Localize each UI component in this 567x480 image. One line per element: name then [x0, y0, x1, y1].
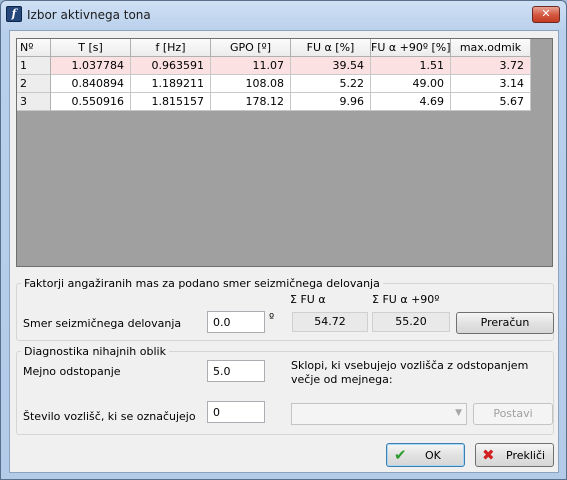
- gpo-cell[interactable]: 108.08: [211, 75, 291, 93]
- frequency-cell[interactable]: 1.189211: [131, 75, 211, 93]
- cancel-button[interactable]: ✖ Prekliči: [475, 443, 554, 467]
- limit-label: Mejno odstopanje: [23, 365, 121, 378]
- sum-fu-alpha-90-label: Σ FU α +90º: [372, 293, 440, 306]
- fu-alpha-cell[interactable]: 9.96: [291, 93, 371, 111]
- fu-alpha-cell[interactable]: 39.54: [291, 57, 371, 75]
- chevron-down-icon: ▼: [455, 408, 462, 418]
- groups-label: Sklopi, ki vsebujejo vozlišča z odstopan…: [291, 359, 529, 386]
- frequency-cell[interactable]: 1.815157: [131, 93, 211, 111]
- cancel-button-label: Prekliči: [506, 449, 546, 462]
- row-number-cell: 1: [17, 57, 51, 75]
- sum-fu-alpha-value: 54.72: [292, 312, 368, 332]
- col-header-frequency[interactable]: f [Hz]: [131, 39, 211, 57]
- direction-label: Smer seizmičnega delovanja: [23, 317, 182, 330]
- node-count-input[interactable]: [207, 401, 265, 423]
- row-number-cell: 3: [17, 93, 51, 111]
- fu-alpha-90-cell[interactable]: 4.69: [371, 93, 451, 111]
- table-row[interactable]: 1 1.037784 0.963591 11.07 39.54 1.51 3.7…: [17, 57, 531, 75]
- table-header-row: Nº T [s] f [Hz] GPO [º] FU α [%] FU α +9…: [17, 39, 531, 57]
- sum-fu-alpha-label: Σ FU α: [290, 293, 326, 306]
- sum-fu-alpha-90-value: 55.20: [372, 312, 450, 332]
- title-bar[interactable]: f Izbor aktivnega tona ✕: [1, 1, 566, 29]
- modes-table[interactable]: Nº T [s] f [Hz] GPO [º] FU α [%] FU α +9…: [16, 38, 553, 267]
- direction-input[interactable]: [207, 311, 265, 333]
- fu-alpha-90-cell[interactable]: 49.00: [371, 75, 451, 93]
- max-displacement-cell[interactable]: 3.14: [451, 75, 531, 93]
- col-header-number[interactable]: Nº: [17, 39, 51, 57]
- col-header-fu-alpha[interactable]: FU α [%]: [291, 39, 371, 57]
- period-cell[interactable]: 0.550916: [51, 93, 131, 111]
- period-cell[interactable]: 1.037784: [51, 57, 131, 75]
- ok-button[interactable]: ✔ OK: [386, 443, 465, 467]
- window-title: Izbor aktivnega tona: [27, 8, 151, 22]
- fu-alpha-90-cell[interactable]: 1.51: [371, 57, 451, 75]
- gpo-cell[interactable]: 178.12: [211, 93, 291, 111]
- col-header-gpo[interactable]: GPO [º]: [211, 39, 291, 57]
- max-displacement-cell[interactable]: 3.72: [451, 57, 531, 75]
- col-header-period[interactable]: T [s]: [51, 39, 131, 57]
- recalculate-button[interactable]: Preračun: [456, 312, 554, 334]
- diagnostics-group-title: Diagnostika nihajnih oblik: [21, 345, 169, 358]
- app-icon: f: [6, 6, 22, 22]
- table-row[interactable]: 2 0.840894 1.189211 108.08 5.22 49.00 3.…: [17, 75, 531, 93]
- row-number-cell: 2: [17, 75, 51, 93]
- degree-symbol: º: [269, 311, 275, 324]
- col-header-fu-alpha-90[interactable]: FU α +90º [%]: [371, 39, 451, 57]
- fu-alpha-cell[interactable]: 5.22: [291, 75, 371, 93]
- node-count-label: Število vozlišč, ki se označujejo: [23, 410, 196, 423]
- max-displacement-cell[interactable]: 5.67: [451, 93, 531, 111]
- gpo-cell[interactable]: 11.07: [211, 57, 291, 75]
- cross-icon: ✖: [482, 446, 495, 464]
- period-cell[interactable]: 0.840894: [51, 75, 131, 93]
- apply-button[interactable]: Postavi: [473, 403, 553, 425]
- frequency-cell[interactable]: 0.963591: [131, 57, 211, 75]
- dialog-client-area: Nº T [s] f [Hz] GPO [º] FU α [%] FU α +9…: [9, 30, 559, 473]
- dialog-window: f Izbor aktivnega tona ✕ Nº T [s] f [Hz]…: [0, 0, 567, 480]
- ok-button-label: OK: [425, 449, 441, 462]
- limit-input[interactable]: [207, 360, 265, 382]
- mass-factors-group-title: Faktorji angažiranih mas za podano smer …: [21, 277, 383, 290]
- col-header-max-displacement[interactable]: max.odmik: [451, 39, 531, 57]
- checkmark-icon: ✔: [394, 446, 407, 464]
- groups-combo[interactable]: ▼: [291, 403, 467, 425]
- table-row[interactable]: 3 0.550916 1.815157 178.12 9.96 4.69 5.6…: [17, 93, 531, 111]
- close-button[interactable]: ✕: [532, 6, 560, 23]
